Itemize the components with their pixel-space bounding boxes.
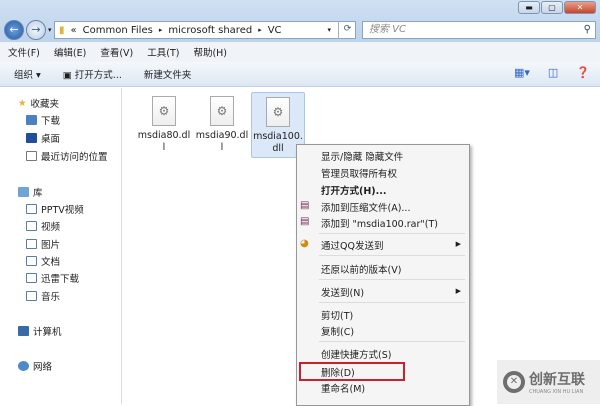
winrar-icon: ▤ — [300, 200, 310, 211]
navigation-pane: ★ 收藏夹 下载 桌面 最近访问的位置 库 PPTV视频 视频 图片 文档 迅雷下… — [0, 88, 122, 404]
title-bar: ▬ ▢ ✕ ← → ▾ ▮ « Common Files ▸ microsoft… — [0, 0, 600, 42]
file-item[interactable]: ⚙ msdia80.dll — [137, 92, 191, 154]
picture-icon — [26, 239, 37, 249]
menu-item-rename[interactable]: 重命名(M) — [321, 381, 365, 395]
maximize-button[interactable]: ▢ — [541, 1, 563, 14]
dll-file-icon: ⚙ — [210, 96, 234, 126]
music-icon — [26, 291, 37, 301]
menu-edit[interactable]: 编辑(E) — [54, 45, 86, 59]
menu-bar: 文件(F) 编辑(E) 查看(V) 工具(T) 帮助(H) — [0, 42, 600, 62]
menu-item-cut[interactable]: 剪切(T) — [321, 308, 353, 322]
library-folder-icon — [26, 273, 37, 283]
recent-places-icon — [26, 151, 37, 161]
history-dropdown-icon[interactable]: ▾ — [48, 26, 52, 34]
menu-item-create-shortcut[interactable]: 创建快捷方式(S) — [321, 347, 391, 361]
help-icon[interactable]: ❓ — [576, 66, 590, 79]
view-options-icon[interactable]: ▦▾ — [514, 66, 530, 79]
video-icon — [26, 221, 37, 231]
document-icon — [26, 256, 37, 266]
file-item[interactable]: ⚙ msdia90.dll — [195, 92, 249, 154]
sidebar-item-pptv[interactable]: PPTV视频 — [26, 202, 84, 216]
menu-item-add-to-rar[interactable]: 添加到 "msdia100.rar"(T) — [321, 216, 438, 230]
sidebar-item-favorites[interactable]: ★ 收藏夹 — [18, 96, 59, 111]
watermark: ✕ 创新互联 CHUANG XIN HU LIAN — [497, 360, 600, 404]
breadcrumb-common-files[interactable]: Common Files — [83, 25, 153, 36]
menu-item-toggle-hidden[interactable]: 显示/隐藏 隐藏文件 — [321, 149, 403, 163]
refresh-button[interactable]: ⟳ — [338, 21, 356, 39]
menu-item-restore-versions[interactable]: 还原以前的版本(V) — [321, 262, 401, 276]
menu-view[interactable]: 查看(V) — [100, 45, 133, 59]
preview-pane-icon[interactable]: ◫ — [548, 66, 558, 79]
back-button[interactable]: ← — [4, 20, 24, 40]
breadcrumb-microsoft-shared[interactable]: microsoft shared — [168, 25, 252, 36]
open-with-icon: ▣ — [62, 70, 75, 81]
address-bar[interactable]: ▮ « Common Files ▸ microsoft shared ▸ VC… — [54, 21, 356, 39]
organize-button[interactable]: 组织 ▾ — [14, 67, 41, 81]
dll-file-icon: ⚙ — [152, 96, 176, 126]
menu-item-open-with[interactable]: 打开方式(H)... — [321, 183, 386, 197]
sidebar-item-documents[interactable]: 文档 — [26, 254, 60, 268]
dll-file-icon: ⚙ — [266, 97, 290, 127]
menu-item-send-to[interactable]: 发送到(N) — [321, 285, 364, 299]
watermark-logo-icon: ✕ — [503, 371, 525, 393]
star-icon: ★ — [18, 97, 27, 109]
submenu-arrow-icon: ▶ — [455, 287, 461, 295]
sidebar-item-desktop[interactable]: 桌面 — [26, 131, 60, 145]
sidebar-item-thunder[interactable]: 迅雷下载 — [26, 271, 79, 285]
sidebar-item-recent[interactable]: 最近访问的位置 — [26, 149, 108, 163]
menu-help[interactable]: 帮助(H) — [193, 45, 227, 59]
breadcrumb-separator[interactable]: ▸ — [159, 26, 163, 34]
desktop-icon — [26, 133, 37, 143]
winrar-icon: ▤ — [300, 216, 310, 227]
menu-tools[interactable]: 工具(T) — [147, 45, 179, 59]
minimize-button[interactable]: ▬ — [518, 1, 540, 14]
close-button[interactable]: ✕ — [564, 1, 596, 14]
open-with-button[interactable]: ▣ 打开方式... — [63, 67, 122, 81]
menu-file[interactable]: 文件(F) — [8, 45, 40, 59]
computer-icon — [18, 326, 29, 336]
network-icon — [18, 361, 29, 371]
search-input[interactable]: 搜索 VC ⚲ — [362, 21, 596, 39]
sidebar-item-music[interactable]: 音乐 — [26, 289, 60, 303]
library-folder-icon — [26, 204, 37, 214]
new-folder-button[interactable]: 新建文件夹 — [144, 67, 192, 81]
address-dropdown-icon[interactable]: ▾ — [327, 26, 331, 34]
sidebar-item-computer[interactable]: 计算机 — [18, 324, 62, 338]
breadcrumb-vc[interactable]: VC — [268, 25, 282, 36]
menu-item-add-to-archive[interactable]: 添加到压缩文件(A)... — [321, 200, 410, 214]
search-icon: ⚲ — [583, 24, 591, 35]
menu-item-copy[interactable]: 复制(C) — [321, 324, 354, 338]
menu-item-take-ownership[interactable]: 管理员取得所有权 — [321, 166, 397, 180]
menu-item-send-via-qq[interactable]: 通过QQ发送到 — [321, 238, 383, 252]
menu-item-delete[interactable]: 删除(D) — [321, 365, 355, 379]
breadcrumb-overflow[interactable]: « — [71, 25, 77, 36]
library-icon — [18, 187, 29, 197]
sidebar-item-videos[interactable]: 视频 — [26, 219, 60, 233]
command-bar: 组织 ▾ ▣ 打开方式... 新建文件夹 — [0, 62, 600, 87]
folder-icon: ▮ — [59, 24, 65, 36]
context-menu: 显示/隐藏 隐藏文件 管理员取得所有权 打开方式(H)... ▤ 添加到压缩文件… — [296, 144, 470, 406]
submenu-arrow-icon: ▶ — [455, 240, 461, 248]
breadcrumb-separator[interactable]: ▸ — [258, 26, 262, 34]
qq-penguin-icon: ◕ — [300, 238, 309, 249]
sidebar-item-downloads[interactable]: 下载 — [26, 113, 60, 127]
download-folder-icon — [26, 115, 37, 125]
sidebar-item-libraries[interactable]: 库 — [18, 185, 43, 199]
sidebar-item-pictures[interactable]: 图片 — [26, 237, 60, 251]
forward-button[interactable]: → — [26, 20, 46, 40]
sidebar-item-network[interactable]: 网络 — [18, 359, 52, 373]
